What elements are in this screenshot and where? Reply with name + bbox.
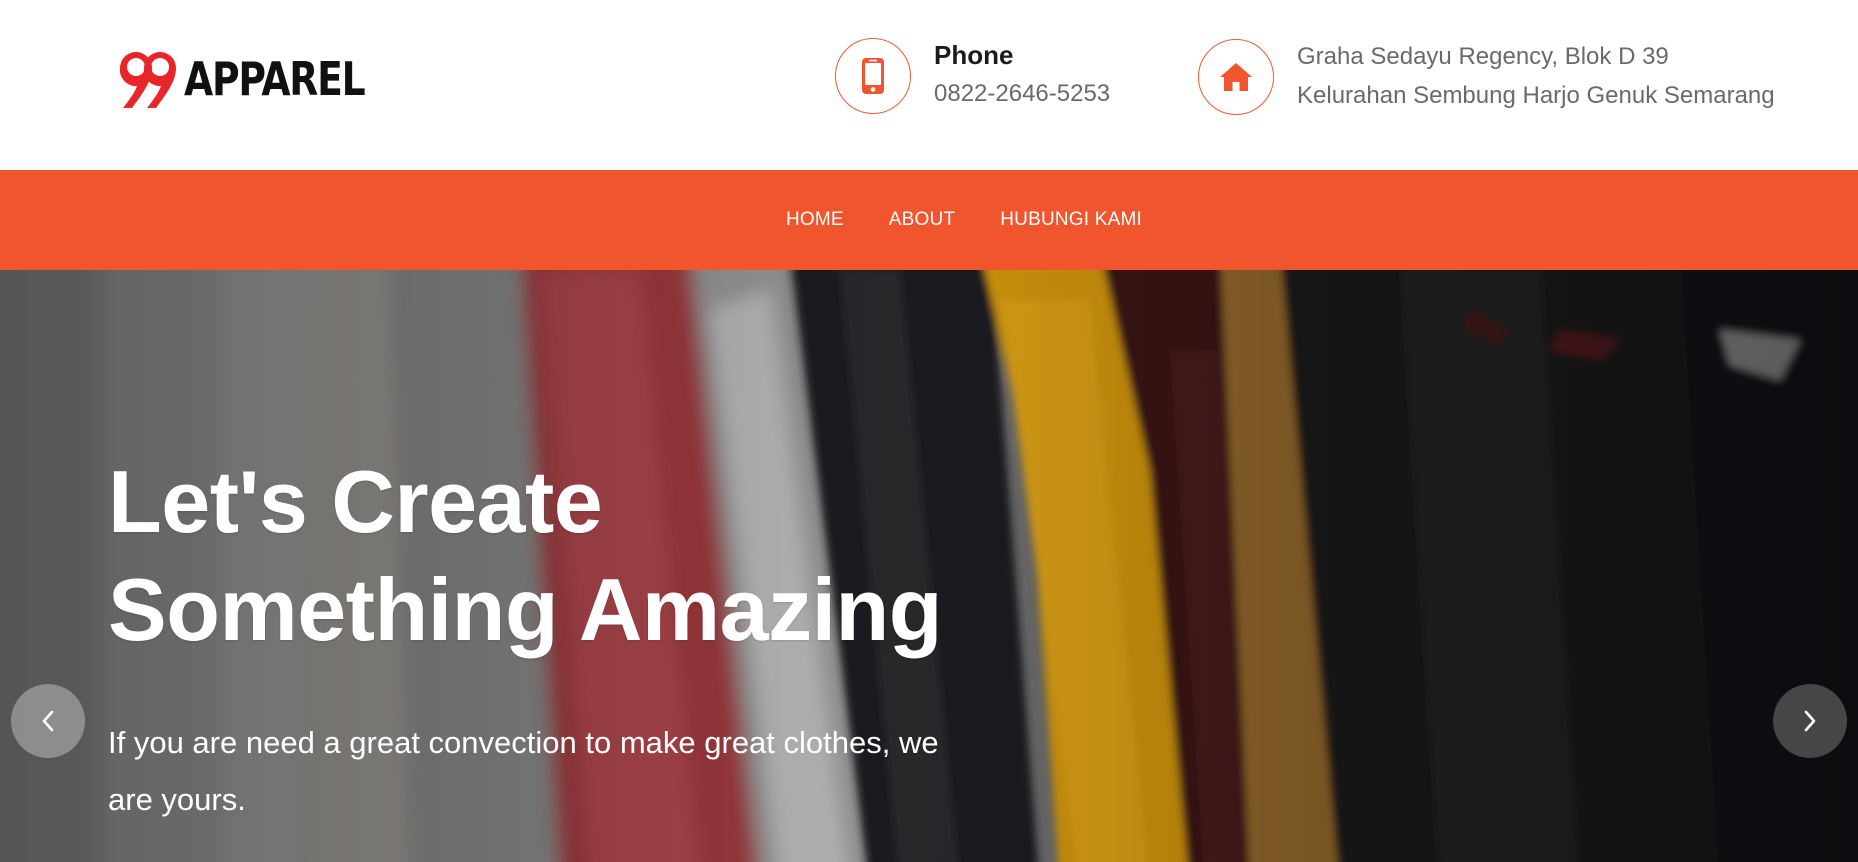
- phone-number[interactable]: 0822-2646-5253: [934, 75, 1110, 113]
- phone-icon-circle: [835, 38, 911, 114]
- home-icon-circle: [1198, 38, 1274, 115]
- hero-subtitle: If you are need a great convection to ma…: [108, 725, 939, 817]
- home-icon: [1220, 62, 1252, 91]
- main-nav: HOME ABOUT HUBUNGI KAMI: [0, 170, 1858, 270]
- address-line-1: Graha Sedayu Regency, Blok D 39: [1297, 43, 1669, 70]
- nav-item-hubungi-kami[interactable]: HUBUNGI KAMI: [1000, 209, 1142, 231]
- logo-mark-icon: [119, 52, 176, 108]
- nav-item-about[interactable]: ABOUT: [889, 209, 955, 231]
- brand-logo[interactable]: APPAREL: [112, 44, 404, 114]
- hero-title: Let's Create Something Amazing: [108, 448, 943, 664]
- logo-text: APPAREL: [184, 52, 366, 106]
- chevron-right-icon: [1804, 710, 1816, 732]
- hero-slider: Let's Create Something Amazing If you ar…: [0, 270, 1858, 862]
- nav-item-home[interactable]: HOME: [786, 209, 844, 231]
- hero-title-line-1: Let's Create: [108, 452, 603, 551]
- slider-next-button[interactable]: [1773, 684, 1847, 758]
- phone-info: Phone 0822-2646-5253: [835, 38, 1110, 114]
- chevron-left-icon: [42, 710, 54, 732]
- address-line-2: Kelurahan Sembung Harjo Genuk Semarang: [1297, 82, 1775, 109]
- site-header: APPAREL Phone 0822-2646-5253 Graha Seday…: [0, 0, 1858, 170]
- hero-title-line-2: Something Amazing: [108, 560, 943, 659]
- slider-prev-button[interactable]: [11, 684, 85, 758]
- mobile-phone-icon: [862, 58, 884, 94]
- address-info: Graha Sedayu Regency, Blok D 39 Keluraha…: [1198, 38, 1775, 115]
- phone-title: Phone: [934, 39, 1014, 70]
